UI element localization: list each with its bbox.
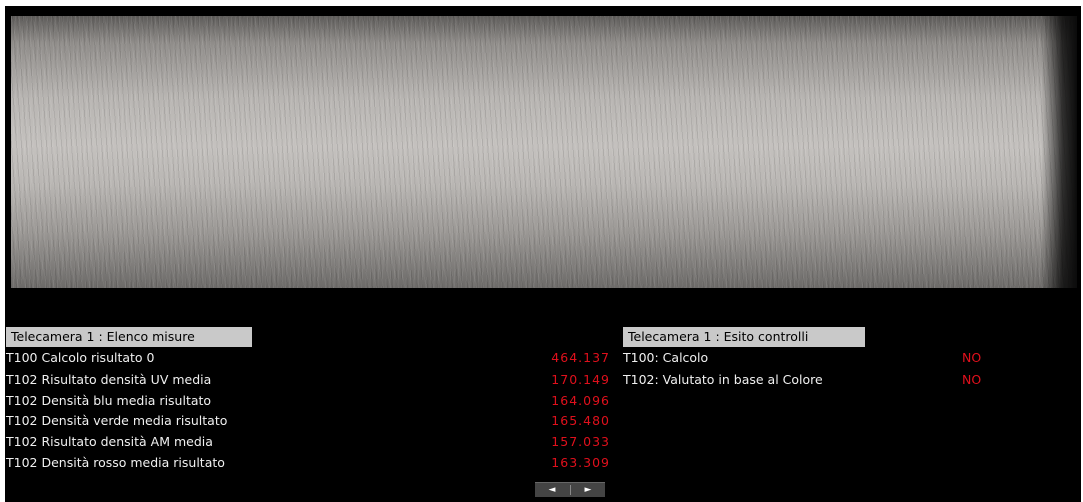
measure-value: 163.309 — [551, 455, 610, 470]
measure-label: T102 Densità blu media risultato — [6, 393, 212, 408]
measure-label: T102 Risultato densità AM media — [6, 434, 213, 449]
checks-panel-title: Telecamera 1 : Esito controlli — [623, 327, 865, 347]
measure-label: T102 Densità rosso media risultato — [6, 455, 225, 470]
check-label: T102: Valutato in base al Colore — [623, 372, 823, 387]
measure-label: T102 Risultato densità UV media — [6, 372, 212, 387]
check-result: NO — [962, 372, 982, 387]
arrow-right-icon: ► — [584, 485, 592, 495]
measure-value: 170.149 — [551, 372, 610, 387]
measure-label: T102 Densità verde media risultato — [6, 413, 228, 428]
camera-image-view — [11, 16, 1077, 288]
measures-panel-title: Telecamera 1 : Elenco misure — [6, 327, 252, 347]
next-page-button[interactable]: ► — [571, 483, 605, 497]
previous-page-button[interactable]: ◄ — [535, 483, 569, 497]
measure-value: 464.137 — [551, 350, 610, 365]
arrow-left-icon: ◄ — [548, 485, 556, 495]
check-label: T100: Calcolo — [623, 350, 709, 365]
measure-value: 157.033 — [551, 434, 610, 449]
pager: ◄ ► — [535, 482, 605, 497]
measure-label: T100 Calcolo risultato 0 — [6, 350, 155, 365]
measure-value: 165.480 — [551, 413, 610, 428]
check-result: NO — [962, 350, 982, 365]
measure-value: 164.096 — [551, 393, 610, 408]
